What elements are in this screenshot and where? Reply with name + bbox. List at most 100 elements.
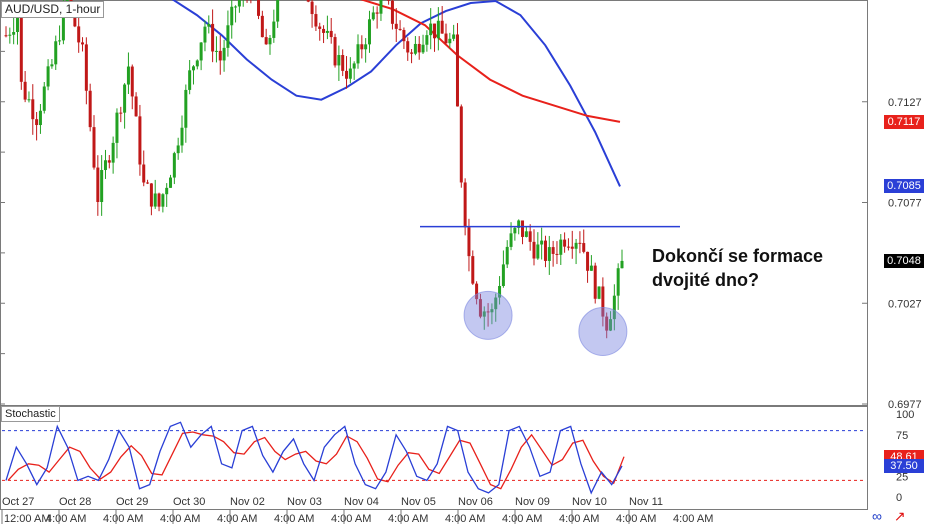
candle-body — [455, 34, 459, 107]
candle-body — [543, 240, 547, 261]
x-time-label: 4:00 AM — [616, 513, 656, 525]
candle-body — [528, 231, 532, 242]
candle-body — [234, 6, 238, 8]
candle-body — [103, 160, 107, 171]
candle-body — [394, 23, 398, 29]
candle-body — [620, 260, 624, 269]
candle-body — [38, 110, 42, 126]
candle-body — [364, 44, 368, 50]
candle-body — [505, 246, 509, 265]
candle-body — [130, 66, 134, 97]
x-date-label: Nov 03 — [287, 496, 322, 508]
candle-body — [172, 153, 176, 178]
candle-body — [4, 35, 8, 37]
candle-body — [436, 20, 440, 39]
candle-body — [230, 6, 234, 26]
candle-body — [387, 0, 391, 1]
x-time-label: 4:00 AM — [217, 513, 257, 525]
stochastic-panel[interactable] — [0, 406, 868, 510]
candle-body — [81, 42, 85, 45]
candle-body — [593, 265, 597, 299]
x-time-label: 4:00 AM — [331, 513, 371, 525]
candle-body — [88, 90, 92, 128]
candle-body — [222, 47, 226, 61]
candle-body — [616, 268, 620, 296]
candle-body — [429, 23, 433, 36]
annotation-text: Dokončí se formace dvojité dno? — [652, 246, 824, 290]
candle-body — [8, 34, 12, 36]
x-date-label: Nov 11 — [629, 496, 663, 508]
x-time-label: 4:00 AM — [673, 513, 713, 525]
candle-body — [226, 25, 230, 48]
candle-body — [176, 145, 180, 154]
candle-body — [440, 20, 444, 34]
candle-body — [540, 240, 544, 245]
candle-body — [58, 40, 62, 42]
candle-body — [333, 37, 337, 66]
y-tick-label: 0.7127 — [888, 97, 922, 109]
candle-body — [188, 70, 192, 90]
candle-body — [161, 194, 165, 207]
candle-body — [559, 239, 563, 255]
candle-body — [207, 23, 211, 27]
candle-body — [509, 233, 513, 247]
candle-body — [12, 32, 16, 35]
x-time-label: 4:00 AM — [445, 513, 485, 525]
candle-body — [325, 30, 329, 33]
candle-body — [211, 23, 215, 52]
candle-body — [27, 99, 31, 101]
candle-body — [574, 242, 578, 249]
candle-body — [390, 0, 394, 24]
candle-body — [84, 44, 88, 91]
arrow-icon[interactable]: ↗ — [894, 508, 906, 524]
candle-body — [337, 55, 341, 66]
link-icon[interactable]: ∞ — [872, 508, 882, 524]
candle-body — [341, 55, 345, 71]
stoch-tag: 37.50 — [884, 458, 924, 473]
candle-body — [257, 0, 261, 16]
candle-body — [260, 15, 264, 38]
bottom-highlight-circle — [578, 306, 628, 356]
candle-body — [375, 12, 379, 14]
candle-body — [31, 99, 35, 120]
candle-body — [107, 160, 111, 163]
candle-body — [586, 251, 590, 271]
candle-body — [92, 127, 96, 168]
candle-body — [310, 1, 314, 15]
x-date-label: Nov 05 — [401, 496, 436, 508]
candle-body — [54, 41, 58, 65]
candle-body — [96, 167, 100, 203]
candle-body — [417, 43, 421, 53]
candle-body — [501, 264, 505, 286]
x-time-label: 4:00 AM — [388, 513, 428, 525]
candle-body — [471, 256, 475, 284]
candle-body — [597, 286, 601, 299]
stoch-y-label: 0 — [896, 492, 902, 504]
candle-body — [563, 239, 567, 247]
candle-body — [214, 50, 218, 52]
candle-body — [521, 220, 525, 237]
stochastic-label: Stochastic — [1, 406, 60, 422]
candle-body — [348, 68, 352, 79]
candle-body — [123, 84, 127, 113]
candle-body — [218, 50, 222, 61]
x-date-label: Nov 10 — [572, 496, 607, 508]
candle-body — [452, 34, 456, 39]
price-panel[interactable] — [0, 0, 868, 406]
x-date-label: Nov 09 — [515, 496, 550, 508]
price-tag: 0.7085 — [884, 179, 924, 194]
candle-body — [46, 66, 50, 87]
candle-body — [345, 70, 349, 79]
x-time-label: 4:00 AM — [274, 513, 314, 525]
candle-body — [306, 0, 310, 2]
candle-body — [406, 41, 410, 53]
candle-body — [555, 253, 559, 255]
candle-body — [165, 187, 169, 195]
candle-body — [360, 44, 364, 50]
x-time-label: 4:00 AM — [46, 513, 86, 525]
candle-body — [157, 193, 161, 207]
x-date-label: Oct 28 — [59, 496, 91, 508]
candle-body — [448, 38, 452, 44]
candle-body — [276, 0, 280, 22]
y-tick-label: 0.7027 — [888, 298, 922, 310]
